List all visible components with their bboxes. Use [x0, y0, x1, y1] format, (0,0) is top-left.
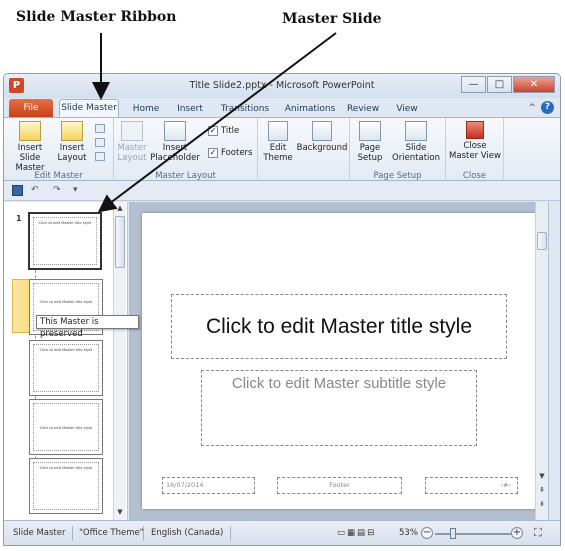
tab-slide-master[interactable]: Slide Master [59, 99, 119, 117]
insert-slide-master-button[interactable]: Insert Slide Master [8, 121, 52, 173]
undo-icon[interactable]: ↶ [31, 185, 39, 195]
status-bar: Slide Master "Office Theme" English (Can… [4, 520, 560, 545]
layout-thumb-title: Click to edit Master title style [39, 466, 93, 470]
editor-scroll-thumb[interactable] [537, 232, 547, 250]
customize-qat-icon[interactable]: ▾ [73, 185, 78, 195]
rename-icon[interactable] [95, 138, 105, 147]
quick-access-toolbar: ↶ ↷ ▾ [4, 181, 560, 201]
insert-layout-icon [61, 121, 83, 141]
slide-orientation-icon [405, 121, 427, 141]
layout-thumbnail[interactable]: Click to edit Master title style [29, 340, 103, 396]
page-setup-button[interactable]: Page Setup [354, 121, 386, 163]
tab-file[interactable]: File [9, 99, 53, 117]
master-slide-canvas: Click to edit Master title style Click t… [142, 213, 543, 509]
group-master-layout: Master Layout Insert Placeholder ✓ Title… [114, 118, 258, 182]
callout-master-slide: Master Slide [282, 11, 382, 27]
title-checkbox[interactable]: ✓ Title [208, 126, 239, 136]
master-layout-button[interactable]: Master Layout [117, 121, 147, 163]
edit-theme-button[interactable]: Edit Theme [262, 121, 294, 163]
layout-thumb-title: Click to edit Master title style [39, 426, 93, 430]
slide-orientation-button[interactable]: Slide Orientation [388, 121, 444, 163]
title-placeholder[interactable]: Click to edit Master title style [171, 294, 507, 359]
scroll-down-icon[interactable]: ▼ [114, 508, 126, 516]
help-icon[interactable]: ? [541, 101, 554, 114]
callout-slide-master-ribbon: Slide Master Ribbon [16, 9, 177, 25]
zoom-slider-track[interactable] [435, 533, 511, 535]
slide-editor: Click to edit Master title style Click t… [129, 202, 549, 520]
group-label-master-layout: Master Layout [155, 171, 216, 181]
previous-slide-icon[interactable]: ⇞ [536, 486, 548, 494]
minimize-button[interactable]: — [461, 76, 486, 93]
powerpoint-window: P Title Slide2.pptx - Microsoft PowerPoi… [3, 73, 561, 546]
preserved-tooltip: This Master is preserved [36, 315, 139, 339]
insert-layout-button[interactable]: Insert Layout [56, 121, 88, 163]
fit-slide-icon[interactable]: ⛶ [534, 526, 542, 540]
zoom-slider-knob[interactable] [450, 528, 456, 539]
background-button[interactable]: Background [296, 121, 348, 153]
footer-placeholder[interactable]: Footer [277, 477, 402, 494]
scroll-up-icon[interactable]: ▲ [114, 204, 126, 212]
layout-thumbnail[interactable]: Click to edit Master title style [29, 399, 103, 455]
group-edit-master: Insert Slide Master Insert Layout Edit M… [4, 118, 114, 182]
insert-slide-master-icon [19, 121, 41, 141]
master-slide-thumbnail[interactable]: Click to edit Master title style [28, 212, 102, 270]
redo-icon[interactable]: ↷ [53, 185, 61, 195]
insert-placeholder-icon [164, 121, 186, 141]
slide-number-placeholder[interactable]: ‹#› [425, 477, 518, 494]
tab-animations[interactable]: Animations [282, 101, 338, 117]
close-master-view-icon [466, 121, 484, 139]
preserve-icon[interactable] [95, 152, 105, 161]
zoom-out-icon[interactable]: − [421, 527, 433, 539]
zoom-level[interactable]: 53% [399, 528, 418, 538]
tab-transitions[interactable]: Transitions [216, 101, 274, 117]
editor-scroll-down-icon[interactable]: ▼ [536, 472, 548, 480]
thumbnail-scroll-thumb[interactable] [115, 216, 125, 268]
layout-thumb-title: Click to edit Master title style [39, 348, 93, 352]
tab-insert[interactable]: Insert [172, 101, 208, 117]
zoom-in-icon[interactable]: + [511, 527, 523, 539]
footers-check-icon: ✓ [208, 148, 218, 158]
group-close: Close Master View Close [446, 118, 504, 182]
delete-slide-icon[interactable] [95, 124, 105, 133]
next-slide-icon[interactable]: ⇟ [536, 500, 548, 508]
layout-thumbnail[interactable]: Click to edit Master title style [29, 458, 103, 514]
subtitle-placeholder[interactable]: Click to edit Master subtitle style [201, 370, 477, 446]
save-icon[interactable] [12, 185, 23, 196]
slide-number: 1 [16, 214, 22, 223]
collapse-ribbon-icon[interactable]: ^ [528, 103, 536, 113]
slide-master-ribbon: Insert Slide Master Insert Layout Edit M… [4, 117, 560, 182]
close-master-view-button[interactable]: Close Master View [449, 121, 501, 161]
title-bar: P Title Slide2.pptx - Microsoft PowerPoi… [4, 74, 560, 98]
date-placeholder[interactable]: 16/07/2014 [162, 477, 255, 494]
background-icon [312, 121, 332, 141]
group-label-close: Close [462, 171, 487, 181]
edit-theme-icon [268, 121, 288, 141]
tab-view[interactable]: View [390, 101, 424, 117]
master-thumb-title: Click to edit Master title style [38, 221, 92, 225]
tab-home[interactable]: Home [128, 101, 164, 117]
master-layout-icon [121, 121, 143, 141]
layout-thumb-title: Click to edit Master title style [39, 300, 93, 304]
maximize-button[interactable]: □ [487, 76, 512, 93]
ribbon-tabs: File Slide Master Home Insert Transition… [4, 98, 560, 117]
title-check-icon: ✓ [208, 126, 218, 136]
group-page-setup: Page Setup Slide Orientation Page Setup [350, 118, 446, 182]
footers-checkbox[interactable]: ✓ Footers [208, 148, 252, 158]
close-window-button[interactable]: ✕ [513, 76, 555, 93]
status-theme[interactable]: "Office Theme" [79, 528, 144, 538]
group-label-edit-master: Edit Master [34, 171, 83, 181]
page-setup-icon [359, 121, 381, 141]
slide-thumbnail-pane: 1 Click to edit Master title style Click… [4, 202, 139, 520]
editor-scrollbar[interactable]: ▼ ⇞ ⇟ [535, 202, 548, 520]
tab-review[interactable]: Review [344, 101, 382, 117]
insert-placeholder-button[interactable]: Insert Placeholder [148, 121, 202, 163]
group-edit-theme: Edit Theme Background [258, 118, 350, 182]
status-view: Slide Master [13, 528, 66, 538]
view-buttons-icon[interactable]: ▭▦▤⊟ [337, 528, 376, 538]
group-label-page-setup: Page Setup [373, 171, 422, 181]
thumbnail-scrollbar[interactable]: ▲ ▼ [113, 202, 126, 520]
status-language[interactable]: English (Canada) [151, 528, 223, 538]
